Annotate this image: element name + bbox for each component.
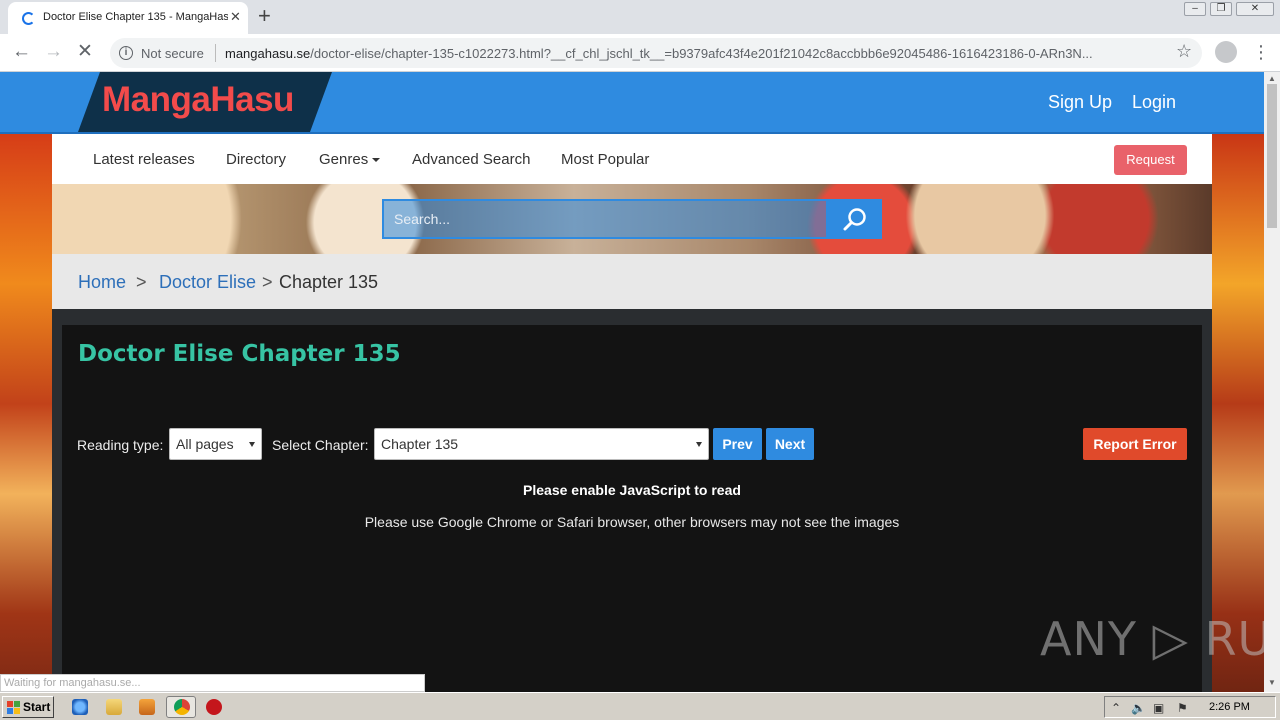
- tray-expand-icon[interactable]: ⌃: [1111, 701, 1121, 715]
- reading-type-select[interactable]: All pages: [169, 428, 262, 460]
- security-status: Not secure: [141, 46, 204, 61]
- breadcrumb-home[interactable]: Home: [78, 272, 126, 293]
- file-explorer-icon[interactable]: [106, 699, 122, 715]
- breadcrumb: Home > Doctor Elise > Chapter 135: [52, 254, 1212, 309]
- breadcrumb-series[interactable]: Doctor Elise: [159, 272, 256, 293]
- nav-directory[interactable]: Directory: [226, 151, 286, 168]
- tab-close-icon[interactable]: ✕: [230, 9, 241, 25]
- media-player-icon[interactable]: [139, 699, 155, 715]
- browser-notice: Please use Google Chrome or Safari brows…: [364, 514, 900, 530]
- enable-javascript-notice: Please enable JavaScript to read: [523, 482, 741, 498]
- logo-text: MangaHasu: [102, 80, 294, 119]
- reading-type-label: Reading type:: [77, 437, 164, 453]
- breadcrumb-current: Chapter 135: [279, 272, 379, 292]
- breadcrumb-separator: >: [136, 272, 147, 292]
- start-label: Start: [23, 700, 51, 714]
- browser-toolbar: ← → ✕ i Not secure mangahasu.se/doctor-e…: [0, 34, 1280, 72]
- nav-latest-releases[interactable]: Latest releases: [93, 151, 195, 168]
- nav-advanced-search[interactable]: Advanced Search: [412, 151, 530, 168]
- browser-tab[interactable]: Doctor Elise Chapter 135 - MangaHasu ✕: [8, 2, 248, 34]
- scroll-up-arrow-icon[interactable]: ▲: [1268, 74, 1276, 83]
- prev-chapter-button[interactable]: Prev: [713, 428, 762, 460]
- forward-arrow-icon[interactable]: →: [44, 40, 63, 64]
- dropdown-arrow-icon: [696, 442, 702, 447]
- alert-icon[interactable]: [206, 699, 222, 715]
- stop-loading-icon[interactable]: ✕: [77, 40, 93, 64]
- request-button[interactable]: Request: [1114, 145, 1187, 175]
- caret-down-icon: [372, 158, 381, 163]
- page-viewport: MangaHasu Sign Up Login Latest releases …: [0, 72, 1264, 692]
- login-link[interactable]: Login: [1132, 92, 1176, 113]
- taskbar-clock[interactable]: 2:26 PM: [1209, 701, 1250, 713]
- status-bubble: Waiting for mangahasu.se...: [0, 674, 425, 692]
- nav-most-popular[interactable]: Most Popular: [561, 151, 649, 168]
- site-logo[interactable]: MangaHasu: [78, 72, 332, 132]
- next-chapter-button[interactable]: Next: [766, 428, 814, 460]
- nav-genres[interactable]: Genres: [319, 151, 381, 168]
- restore-window-button[interactable]: ❐: [1210, 2, 1232, 16]
- signup-link[interactable]: Sign Up: [1048, 92, 1112, 113]
- left-ad-background[interactable]: [0, 134, 52, 692]
- reader-panel: Doctor Elise Chapter 135 Reading type: A…: [62, 325, 1202, 692]
- tab-title: Doctor Elise Chapter 135 - MangaHasu: [43, 11, 228, 23]
- close-window-button[interactable]: ✕: [1236, 2, 1274, 16]
- address-bar[interactable]: i Not secure mangahasu.se/doctor-elise/c…: [110, 38, 1202, 68]
- chrome-icon: [174, 699, 190, 715]
- browser-menu-icon[interactable]: ⋮: [1252, 40, 1270, 64]
- scrollbar-thumb[interactable]: [1267, 84, 1277, 228]
- start-button[interactable]: Start: [2, 696, 54, 718]
- chapter-select[interactable]: Chapter 135: [374, 428, 709, 460]
- windows-taskbar: Start ⌃ 🔈 ▣ ⚑ 2:26 PM: [0, 692, 1280, 720]
- site-info-icon[interactable]: i: [119, 46, 133, 60]
- minimize-window-button[interactable]: –: [1184, 2, 1206, 16]
- action-center-flag-icon[interactable]: ⚑: [1177, 701, 1188, 715]
- header-banner: Search...: [52, 184, 1212, 254]
- internet-explorer-icon[interactable]: [72, 699, 88, 715]
- bookmark-star-icon[interactable]: ☆: [1176, 41, 1192, 62]
- url-text[interactable]: mangahasu.se/doctor-elise/chapter-135-c1…: [225, 46, 1165, 61]
- browser-tab-strip: Doctor Elise Chapter 135 - MangaHasu ✕ +…: [0, 0, 1280, 34]
- back-arrow-icon[interactable]: ←: [12, 40, 31, 64]
- breadcrumb-separator: >: [262, 272, 273, 292]
- reading-type-value: All pages: [176, 436, 234, 452]
- page-title: Doctor Elise Chapter 135: [78, 341, 401, 367]
- search-button[interactable]: [828, 199, 882, 239]
- windows-logo-icon: [7, 701, 20, 714]
- network-icon[interactable]: ▣: [1153, 701, 1164, 715]
- new-tab-button[interactable]: +: [258, 4, 271, 28]
- url-host: mangahasu.se: [225, 46, 311, 61]
- loading-spinner-icon: [22, 12, 35, 25]
- profile-avatar-icon[interactable]: [1215, 41, 1237, 63]
- right-ad-background[interactable]: [1212, 134, 1264, 692]
- report-error-button[interactable]: Report Error: [1083, 428, 1187, 460]
- url-path: /doctor-elise/chapter-135-c1022273.html?…: [310, 46, 1093, 61]
- chrome-taskbar-button[interactable]: [166, 696, 196, 718]
- scroll-down-arrow-icon[interactable]: ▼: [1268, 678, 1276, 687]
- vertical-scrollbar[interactable]: ▲ ▼: [1264, 72, 1280, 692]
- search-placeholder: Search...: [394, 211, 451, 227]
- system-tray: ⌃ 🔈 ▣ ⚑ 2:26 PM: [1104, 696, 1276, 718]
- search-input[interactable]: Search...: [382, 199, 828, 239]
- search-icon: [843, 208, 866, 231]
- anyrun-watermark: ANY ▷ RUN: [1040, 612, 1264, 666]
- main-nav: Latest releases Directory Genres Advance…: [52, 134, 1212, 184]
- site-header: MangaHasu Sign Up Login: [0, 72, 1264, 134]
- omnibox-divider: [215, 44, 216, 62]
- volume-icon[interactable]: 🔈: [1131, 701, 1146, 715]
- chapter-select-value: Chapter 135: [381, 436, 459, 452]
- dropdown-arrow-icon: [249, 442, 255, 447]
- select-chapter-label: Select Chapter:: [272, 437, 369, 453]
- nav-genres-label: Genres: [319, 151, 369, 168]
